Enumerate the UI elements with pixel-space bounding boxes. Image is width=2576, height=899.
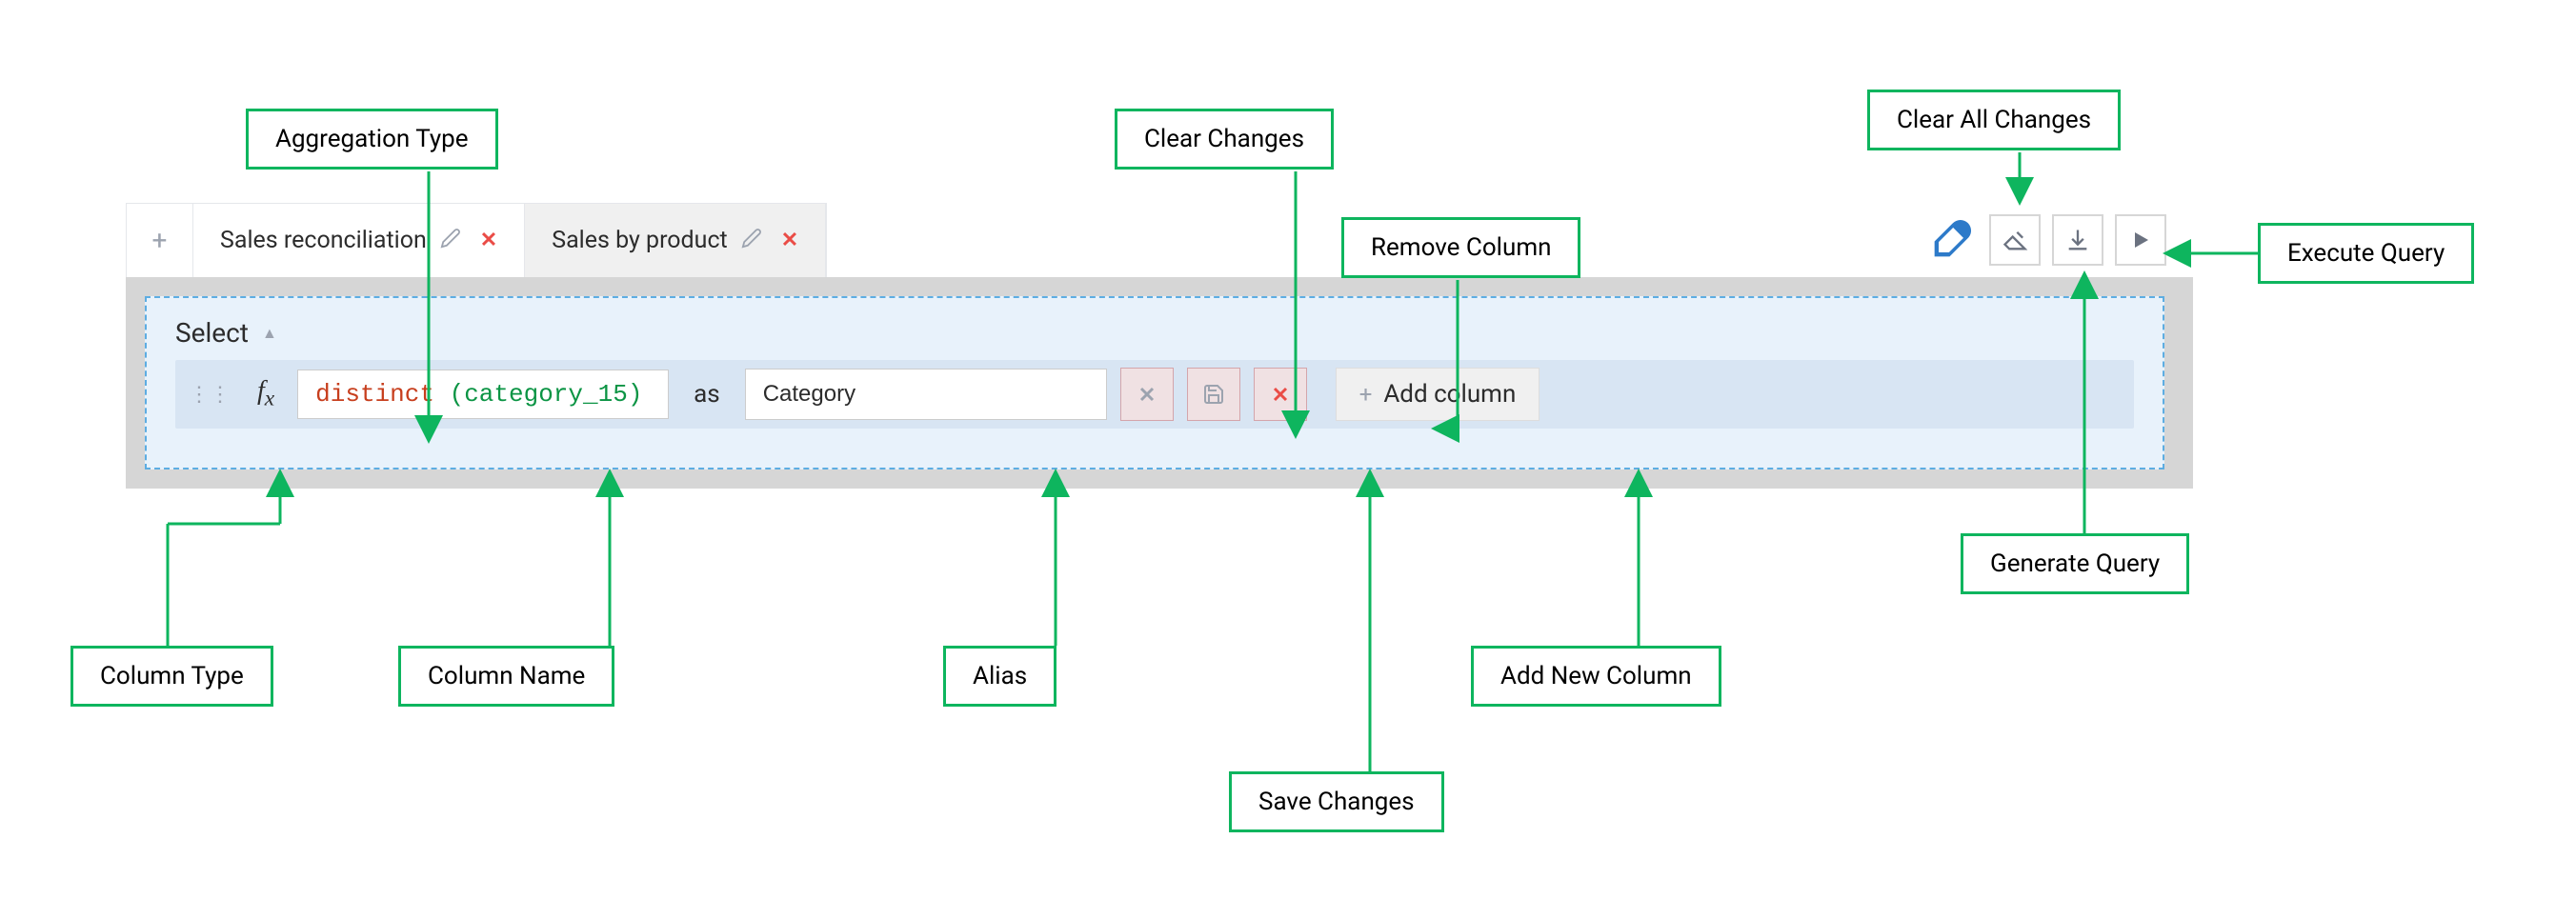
close-paren: )	[628, 380, 643, 409]
plus-icon: +	[152, 225, 168, 256]
aggregation-keyword: distinct	[315, 380, 434, 409]
plus-icon: +	[1359, 381, 1373, 408]
select-section-header[interactable]: Select ▲	[175, 317, 2134, 349]
drag-handle-icon[interactable]: ⋮⋮	[185, 383, 234, 407]
column-row: ⋮⋮ fx distinct (category_15) as + Add co…	[175, 360, 2134, 429]
alias-input[interactable]	[745, 369, 1107, 420]
clear-changes-button[interactable]	[1120, 368, 1174, 421]
feather-logo-icon	[1924, 213, 1978, 267]
close-icon[interactable]: ✕	[781, 229, 798, 252]
as-label: as	[682, 380, 732, 409]
tab-sales-by-product[interactable]: Sales by product ✕	[525, 204, 826, 278]
tab-label: Sales by product	[552, 227, 728, 254]
callout-remove-column: Remove Column	[1341, 217, 1580, 278]
add-column-button[interactable]: + Add column	[1336, 368, 1540, 421]
open-paren: (	[450, 380, 465, 409]
pencil-icon[interactable]	[741, 228, 762, 253]
caret-up-icon: ▲	[262, 324, 277, 343]
callout-add-new-column: Add New Column	[1471, 646, 1721, 707]
callout-generate-query: Generate Query	[1961, 533, 2189, 594]
execute-query-button[interactable]	[2115, 214, 2166, 266]
tab-sales-reconciliation[interactable]: Sales reconciliation ✕	[193, 204, 525, 278]
callout-aggregation-type: Aggregation Type	[246, 109, 498, 170]
tab-label: Sales reconciliation	[220, 227, 427, 254]
fx-icon[interactable]: fx	[248, 376, 284, 412]
expression-input[interactable]: distinct (category_15)	[297, 370, 669, 419]
remove-column-button[interactable]	[1254, 368, 1307, 421]
select-section: Select ▲ ⋮⋮ fx distinct (category_15) as…	[145, 296, 2164, 469]
add-column-label: Add column	[1383, 380, 1516, 409]
callout-column-name: Column Name	[398, 646, 614, 707]
toolbar	[1924, 203, 2166, 277]
select-label: Select	[175, 317, 249, 349]
save-changes-button[interactable]	[1187, 368, 1240, 421]
callout-save-changes: Save Changes	[1229, 771, 1444, 832]
clear-all-changes-button[interactable]	[1989, 214, 2041, 266]
pencil-icon[interactable]	[440, 228, 461, 253]
callout-alias: Alias	[943, 646, 1057, 707]
column-name-text: category_15	[464, 380, 628, 409]
tab-bar: + Sales reconciliation ✕ Sales by produc…	[126, 203, 827, 277]
close-icon[interactable]: ✕	[480, 229, 497, 252]
callout-execute-query: Execute Query	[2258, 223, 2474, 284]
callout-column-type: Column Type	[70, 646, 273, 707]
add-tab-button[interactable]: +	[127, 204, 193, 278]
callout-clear-all-changes: Clear All Changes	[1867, 90, 2121, 150]
query-panel: Select ▲ ⋮⋮ fx distinct (category_15) as…	[126, 277, 2193, 489]
generate-query-button[interactable]	[2052, 214, 2103, 266]
callout-clear-changes: Clear Changes	[1115, 109, 1334, 170]
